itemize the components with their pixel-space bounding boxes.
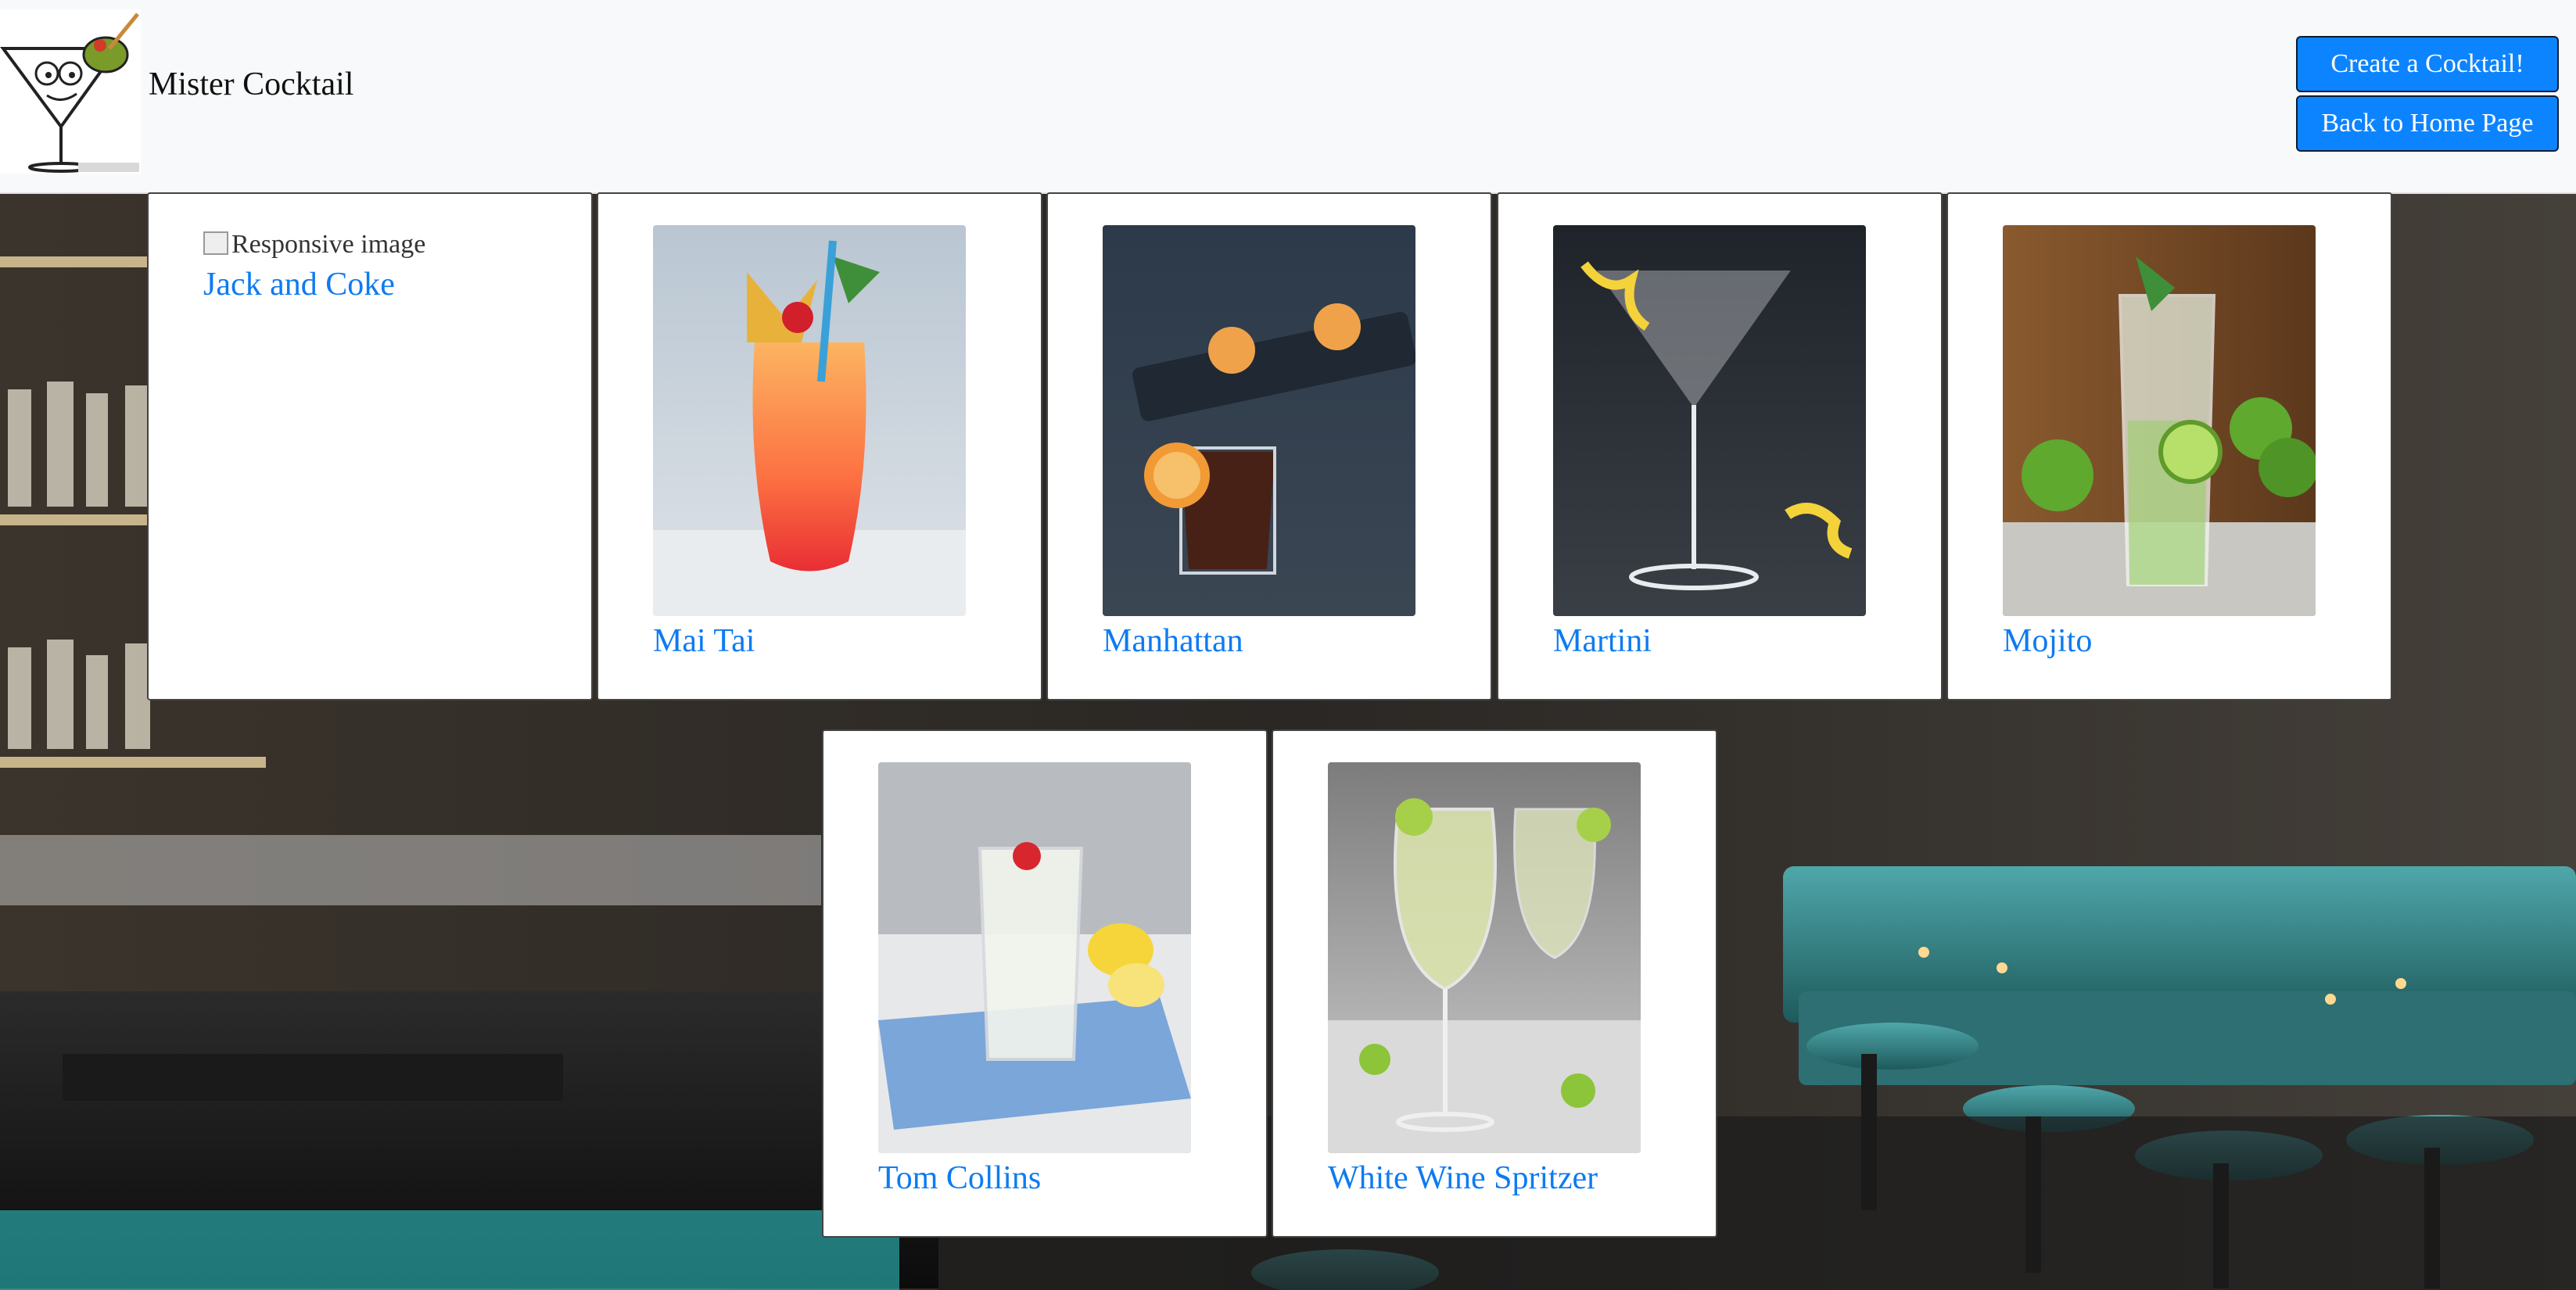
martini-image[interactable] <box>1553 225 1866 616</box>
white-wine-spritzer-image[interactable] <box>1328 762 1641 1153</box>
broken-image: Responsive image <box>203 230 425 260</box>
cocktail-link-martini[interactable]: Martini <box>1553 622 1652 660</box>
cocktail-card-mojito: Mojito <box>1946 192 2392 701</box>
navbar: Mister Cocktail Create a Cocktail! Back … <box>0 0 2576 194</box>
mai-tai-image[interactable] <box>653 225 966 616</box>
cocktail-card-jack-and-coke: Responsive image Jack and Coke <box>147 192 593 701</box>
tom-collins-image[interactable] <box>878 762 1191 1153</box>
broken-image-icon <box>203 231 228 255</box>
cocktail-card-martini: Martini <box>1497 192 1943 701</box>
cocktail-link-jack-and-coke[interactable]: Jack and Coke <box>203 266 395 303</box>
create-cocktail-button[interactable]: Create a Cocktail! <box>2296 36 2559 92</box>
cocktail-card-white-wine-spritzer: White Wine Spritzer <box>1272 729 1717 1238</box>
mojito-image[interactable] <box>2003 225 2316 616</box>
cocktail-card-manhattan: Manhattan <box>1046 192 1492 701</box>
cocktail-card-mai-tai: Mai Tai <box>597 192 1042 701</box>
cocktail-link-manhattan[interactable]: Manhattan <box>1103 622 1243 660</box>
brand-title[interactable]: Mister Cocktail <box>149 66 353 103</box>
back-to-home-button[interactable]: Back to Home Page <box>2296 95 2559 152</box>
cocktail-link-mojito[interactable]: Mojito <box>2003 622 2092 660</box>
cocktail-link-tom-collins[interactable]: Tom Collins <box>878 1159 1041 1197</box>
cocktail-card-tom-collins: Tom Collins <box>822 729 1268 1238</box>
cocktail-link-mai-tai[interactable]: Mai Tai <box>653 622 755 660</box>
cocktail-link-white-wine-spritzer[interactable]: White Wine Spritzer <box>1328 1159 1598 1197</box>
martini-logo-icon[interactable] <box>0 9 141 174</box>
manhattan-image[interactable] <box>1103 225 1415 616</box>
